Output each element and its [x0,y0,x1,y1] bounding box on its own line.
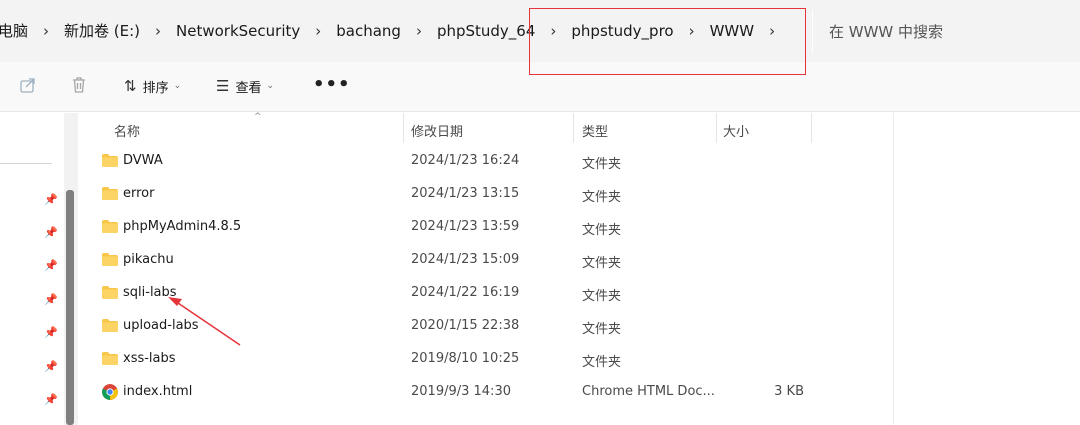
breadcrumb-item-phpstudy64[interactable]: phpStudy_64 [431,21,541,41]
file-name: DVWA [123,153,163,168]
file-size: 3 KB [774,384,804,399]
chevron-right-icon[interactable]: › [760,22,784,40]
breadcrumb-item-computer[interactable]: 电脑 [0,21,34,41]
file-modified: 2024/1/22 16:19 [411,285,520,300]
file-row[interactable]: upload-labs 2020/1/15 22:38 文件夹 [78,310,818,343]
pin-icon[interactable]: 📌 [44,293,58,307]
search-divider [812,10,813,52]
pin-icon[interactable]: 📌 [44,259,58,273]
file-modified: 2024/1/23 13:59 [411,219,520,234]
folder-icon [102,253,118,266]
pin-icon[interactable]: 📌 [44,393,58,407]
file-modified: 2024/1/23 15:09 [411,252,520,267]
pin-icon[interactable]: 📌 [44,226,58,240]
file-row[interactable]: index.html 2019/9/3 14:30 Chrome HTML Do… [78,376,818,409]
column-header-modified[interactable]: 修改日期 [411,121,463,140]
file-row[interactable]: phpMyAdmin4.8.5 2024/1/23 13:59 文件夹 [78,211,818,244]
more-options-button[interactable]: ••• [313,74,351,95]
file-type: 文件夹 [582,223,622,238]
file-row[interactable]: DVWA 2024/1/23 16:24 文件夹 [78,145,818,178]
folder-icon [102,352,118,365]
breadcrumb-item-networksecurity[interactable]: NetworkSecurity [170,21,306,41]
file-row[interactable]: pikachu 2024/1/23 15:09 文件夹 [78,244,818,277]
file-type: 文件夹 [582,190,622,205]
column-resize-handle[interactable] [573,113,574,143]
file-type: 文件夹 [582,157,622,172]
view-list-icon: ☰ [216,77,230,95]
address-bar: 电脑 › 新加卷 (E:) › NetworkSecurity › bachan… [0,0,1080,62]
pin-icon[interactable]: 📌 [44,326,58,340]
nav-divider [0,163,52,164]
chevron-right-icon[interactable]: › [34,22,58,40]
breadcrumb-item-drive[interactable]: 新加卷 (E:) [58,21,146,41]
file-modified: 2019/9/3 14:30 [411,384,511,399]
chevron-right-icon[interactable]: › [680,22,704,40]
file-modified: 2024/1/23 13:15 [411,186,520,201]
file-modified: 2019/8/10 10:25 [411,351,520,366]
file-name: phpMyAdmin4.8.5 [123,219,242,234]
file-name: sqli-labs [123,285,177,300]
column-header-name[interactable]: 名称 [114,121,140,140]
sort-label: 排序 [142,80,169,96]
column-header-size[interactable]: 大小 [723,121,749,140]
pane-divider [893,113,894,425]
breadcrumb: 电脑 › 新加卷 (E:) › NetworkSecurity › bachan… [0,0,784,62]
file-type: 文件夹 [582,256,622,271]
chevron-down-icon: ⌄ [266,81,275,91]
chevron-down-icon: ⌄ [173,81,182,91]
breadcrumb-item-phpstudy-pro[interactable]: phpstudy_pro [565,21,679,41]
folder-icon [102,154,118,167]
share-icon[interactable] [18,75,38,95]
folder-icon [102,319,118,332]
column-header-row: ^ 名称 修改日期 类型 大小 [78,112,818,144]
chrome-icon [102,384,118,400]
column-header-type[interactable]: 类型 [582,121,608,140]
chevron-right-icon[interactable]: › [541,22,565,40]
folder-icon [102,220,118,233]
search-input[interactable]: 在 WWW 中搜索 [829,21,943,42]
chevron-right-icon[interactable]: › [146,22,170,40]
view-label: 查看 [235,80,262,96]
file-row[interactable]: xss-labs 2019/8/10 10:25 文件夹 [78,343,818,376]
file-name: error [123,186,155,201]
file-type: 文件夹 [582,355,622,370]
navigation-pane: 📌 📌 📌 📌 📌 📌 📌 [0,113,64,425]
file-modified: 2020/1/15 22:38 [411,318,520,333]
column-resize-handle[interactable] [811,113,812,143]
breadcrumb-item-www[interactable]: WWW [704,21,761,41]
file-name: upload-labs [123,318,199,333]
pin-icon[interactable]: 📌 [44,193,58,207]
file-name: index.html [123,384,193,399]
file-row[interactable]: sqli-labs 2024/1/22 16:19 文件夹 [78,277,818,310]
file-row[interactable]: error 2024/1/23 13:15 文件夹 [78,178,818,211]
file-modified: 2024/1/23 16:24 [411,153,520,168]
file-name: xss-labs [123,351,176,366]
chevron-right-icon[interactable]: › [407,22,431,40]
folder-icon [102,286,118,299]
view-button[interactable]: ☰ 查看 ⌄ [216,74,274,98]
sort-icon: ⇅ [124,77,137,95]
column-resize-handle[interactable] [403,113,404,143]
folder-icon [102,187,118,200]
file-type: Chrome HTML Doc... [582,384,715,399]
sort-button[interactable]: ⇅ 排序 ⌄ [124,74,181,98]
trash-icon[interactable] [69,75,89,95]
column-resize-handle[interactable] [716,113,717,143]
file-type: 文件夹 [582,289,622,304]
breadcrumb-item-bachang[interactable]: bachang [330,21,407,41]
file-type: 文件夹 [582,322,622,337]
chevron-right-icon[interactable]: › [306,22,330,40]
pin-icon[interactable]: 📌 [44,360,58,374]
sort-ascending-icon: ^ [254,112,262,122]
file-name: pikachu [123,252,174,267]
command-bar: ⇅ 排序 ⌄ ☰ 查看 ⌄ ••• [0,62,1080,112]
nav-scrollbar-thumb[interactable] [66,190,74,425]
